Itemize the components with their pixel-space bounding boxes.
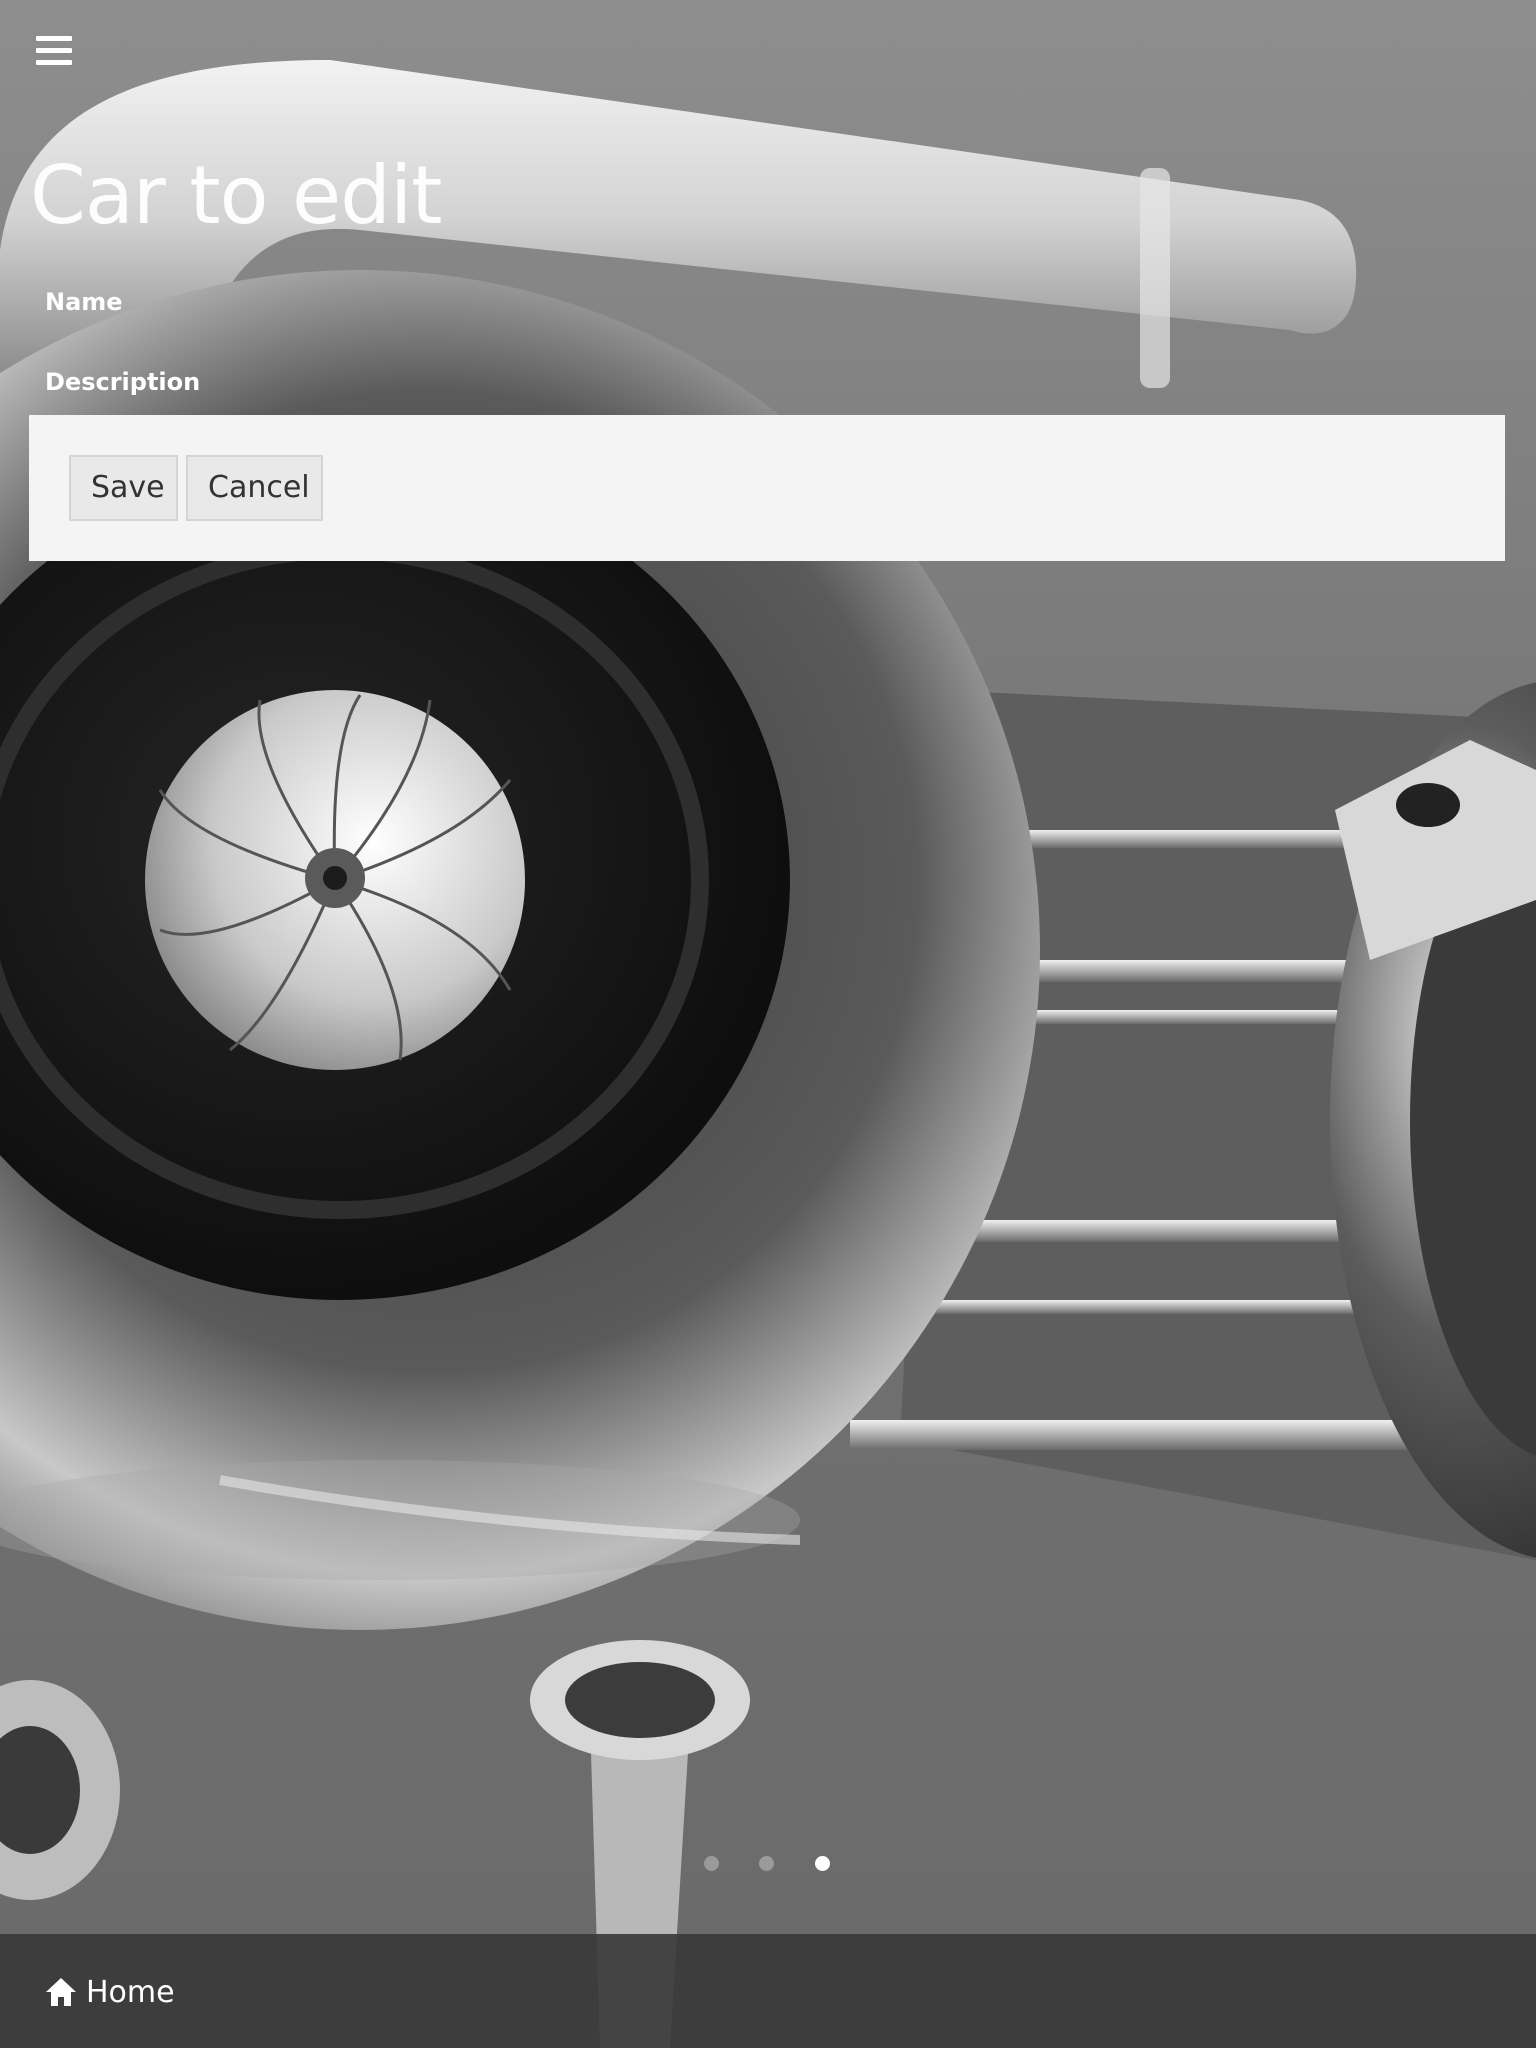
hamburger-menu-button[interactable] bbox=[36, 36, 74, 68]
carousel-dot-2[interactable] bbox=[759, 1856, 774, 1871]
background-turbo-image bbox=[0, 0, 1536, 2048]
app-page: Car to edit Name Description Save Cancel… bbox=[0, 0, 1536, 2048]
footer-bar: Home bbox=[0, 1934, 1536, 2048]
cancel-button[interactable]: Cancel bbox=[186, 455, 323, 521]
home-icon bbox=[46, 1978, 76, 2006]
form-actions-panel: Save Cancel bbox=[29, 415, 1505, 561]
hamburger-menu-icon-bar bbox=[36, 48, 72, 53]
hamburger-menu-icon-bar bbox=[36, 60, 72, 65]
save-button[interactable]: Save bbox=[69, 455, 178, 521]
home-label: Home bbox=[86, 1974, 175, 2010]
carousel-dot-1[interactable] bbox=[704, 1856, 719, 1871]
name-field-label: Name bbox=[45, 288, 123, 316]
carousel-dot-3-active[interactable] bbox=[815, 1856, 830, 1871]
description-field-label: Description bbox=[45, 368, 201, 396]
page-title: Car to edit bbox=[30, 149, 443, 242]
hamburger-menu-icon bbox=[36, 36, 72, 41]
carousel-pagination bbox=[0, 1856, 1536, 1876]
home-link[interactable]: Home bbox=[44, 1972, 175, 2012]
